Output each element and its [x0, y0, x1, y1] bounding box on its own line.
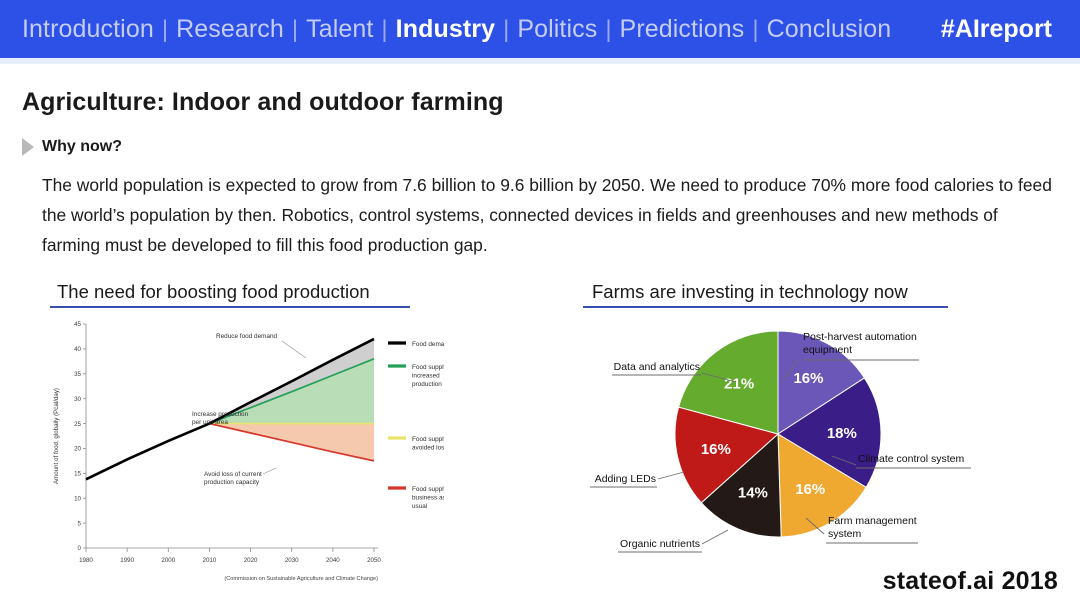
svg-text:Post-harvest automation: Post-harvest automation	[803, 331, 917, 343]
svg-text:10: 10	[74, 495, 81, 502]
line-chart-source-note: (Commission on Sustainable Agriculture a…	[224, 576, 378, 582]
svg-text:16%: 16%	[701, 441, 731, 458]
svg-text:avoided losses: avoided losses	[412, 444, 444, 451]
nav-separator: |	[503, 15, 510, 43]
svg-text:16%: 16%	[793, 370, 823, 387]
svg-text:2030: 2030	[285, 557, 299, 564]
svg-text:21%: 21%	[724, 375, 754, 392]
nav-item-research[interactable]: Research	[176, 15, 284, 44]
line-chart-y-axis-label: Amount of food, globally (Pcal/day)	[53, 388, 60, 484]
body-paragraph: The world population is expected to grow…	[42, 175, 1052, 255]
pie-chart-svg: 16% 18% 16% 14% 16% 21% Post-harvest automati…	[560, 316, 1060, 576]
why-now-row: Why now?	[22, 138, 122, 156]
svg-text:Increase production: Increase production	[192, 411, 249, 418]
nav-separator: |	[381, 15, 388, 43]
svg-text:Adding LEDs: Adding LEDs	[595, 473, 656, 485]
svg-text:18%: 18%	[827, 425, 857, 442]
navbar-underline	[0, 58, 1080, 64]
page-title: Agriculture: Indoor and outdoor farming	[22, 88, 504, 116]
nav-item-politics[interactable]: Politics	[517, 15, 597, 44]
nav-separator: |	[291, 15, 299, 43]
svg-text:Food demand: Food demand	[412, 341, 444, 348]
svg-text:1990: 1990	[120, 557, 134, 564]
svg-text:15: 15	[74, 471, 81, 478]
nav-item-conclusion[interactable]: Conclusion	[767, 15, 892, 44]
right-caption-rule	[583, 306, 948, 308]
svg-text:Data and analytics: Data and analytics	[614, 361, 700, 373]
svg-text:Food supply –: Food supply –	[412, 486, 444, 493]
svg-text:14%: 14%	[738, 485, 768, 502]
svg-text:usual: usual	[412, 503, 427, 510]
svg-text:(Commission on Sustainable Agr: (Commission on Sustainable Agriculture a…	[224, 576, 378, 582]
nav-separator: |	[161, 15, 169, 43]
svg-text:production capacity: production capacity	[204, 479, 260, 486]
brand-footer: stateof.ai 2018	[882, 567, 1058, 595]
svg-text:0: 0	[78, 545, 82, 552]
svg-text:Amount of food, globally (Pcal: Amount of food, globally (Pcal/day)	[53, 388, 60, 484]
svg-text:production: production	[412, 381, 442, 388]
line-chart-svg: 0 5 10 15 20 25 30 35 40 45 1980 1990 2000 2010 2020 20…	[44, 316, 444, 591]
svg-text:20: 20	[74, 446, 81, 453]
triangle-bullet-icon	[22, 138, 34, 156]
svg-text:45: 45	[74, 321, 81, 328]
nav-item-talent[interactable]: Talent	[306, 15, 373, 44]
svg-text:Avoid loss of current: Avoid loss of current	[204, 471, 262, 478]
svg-text:25: 25	[74, 421, 81, 428]
svg-text:per unit area: per unit area	[192, 419, 228, 426]
svg-text:Food supply –: Food supply –	[412, 364, 444, 371]
nav-separator: |	[605, 15, 612, 43]
svg-text:2010: 2010	[203, 557, 217, 564]
left-caption-rule	[50, 306, 410, 308]
svg-text:30: 30	[74, 396, 81, 403]
svg-text:1980: 1980	[79, 557, 93, 564]
svg-text:Climate control system: Climate control system	[858, 453, 964, 465]
svg-text:Reduce food demand: Reduce food demand	[216, 333, 278, 340]
svg-text:Food supply –: Food supply –	[412, 436, 444, 443]
line-chart-background	[44, 316, 444, 591]
svg-text:16%: 16%	[795, 481, 825, 498]
nav-item-predictions[interactable]: Predictions	[620, 15, 745, 44]
farm-technology-pie-chart: 16% 18% 16% 14% 16% 21% Post-harvest automati…	[560, 316, 1060, 576]
left-chart-caption: The need for boosting food production	[57, 281, 370, 302]
svg-text:2040: 2040	[326, 557, 340, 564]
svg-text:2050: 2050	[367, 557, 381, 564]
svg-text:system: system	[828, 528, 862, 540]
food-production-line-chart: 0 5 10 15 20 25 30 35 40 45 1980 1990 2000 2010 2020 20…	[44, 316, 444, 591]
top-navigation-bar: Introduction | Research | Talent | Indus…	[0, 0, 1080, 58]
svg-text:5: 5	[78, 520, 82, 527]
nav-item-list: Introduction | Research | Talent | Indus…	[22, 15, 941, 44]
svg-text:Organic nutrients: Organic nutrients	[620, 538, 700, 550]
nav-item-industry[interactable]: Industry	[396, 15, 495, 44]
report-hashtag: #AIreport	[940, 14, 1052, 43]
svg-text:Farm management: Farm management	[828, 515, 917, 527]
why-now-label: Why now?	[42, 138, 122, 155]
right-chart-caption: Farms are investing in technology now	[592, 281, 908, 302]
svg-text:2000: 2000	[161, 557, 175, 564]
svg-text:equipment: equipment	[803, 344, 852, 356]
svg-text:40: 40	[74, 346, 81, 353]
svg-text:35: 35	[74, 371, 81, 378]
svg-text:business as: business as	[412, 494, 444, 501]
nav-separator: |	[752, 15, 759, 43]
svg-text:2020: 2020	[244, 557, 258, 564]
nav-item-introduction[interactable]: Introduction	[22, 15, 154, 44]
svg-text:increased: increased	[412, 372, 440, 379]
